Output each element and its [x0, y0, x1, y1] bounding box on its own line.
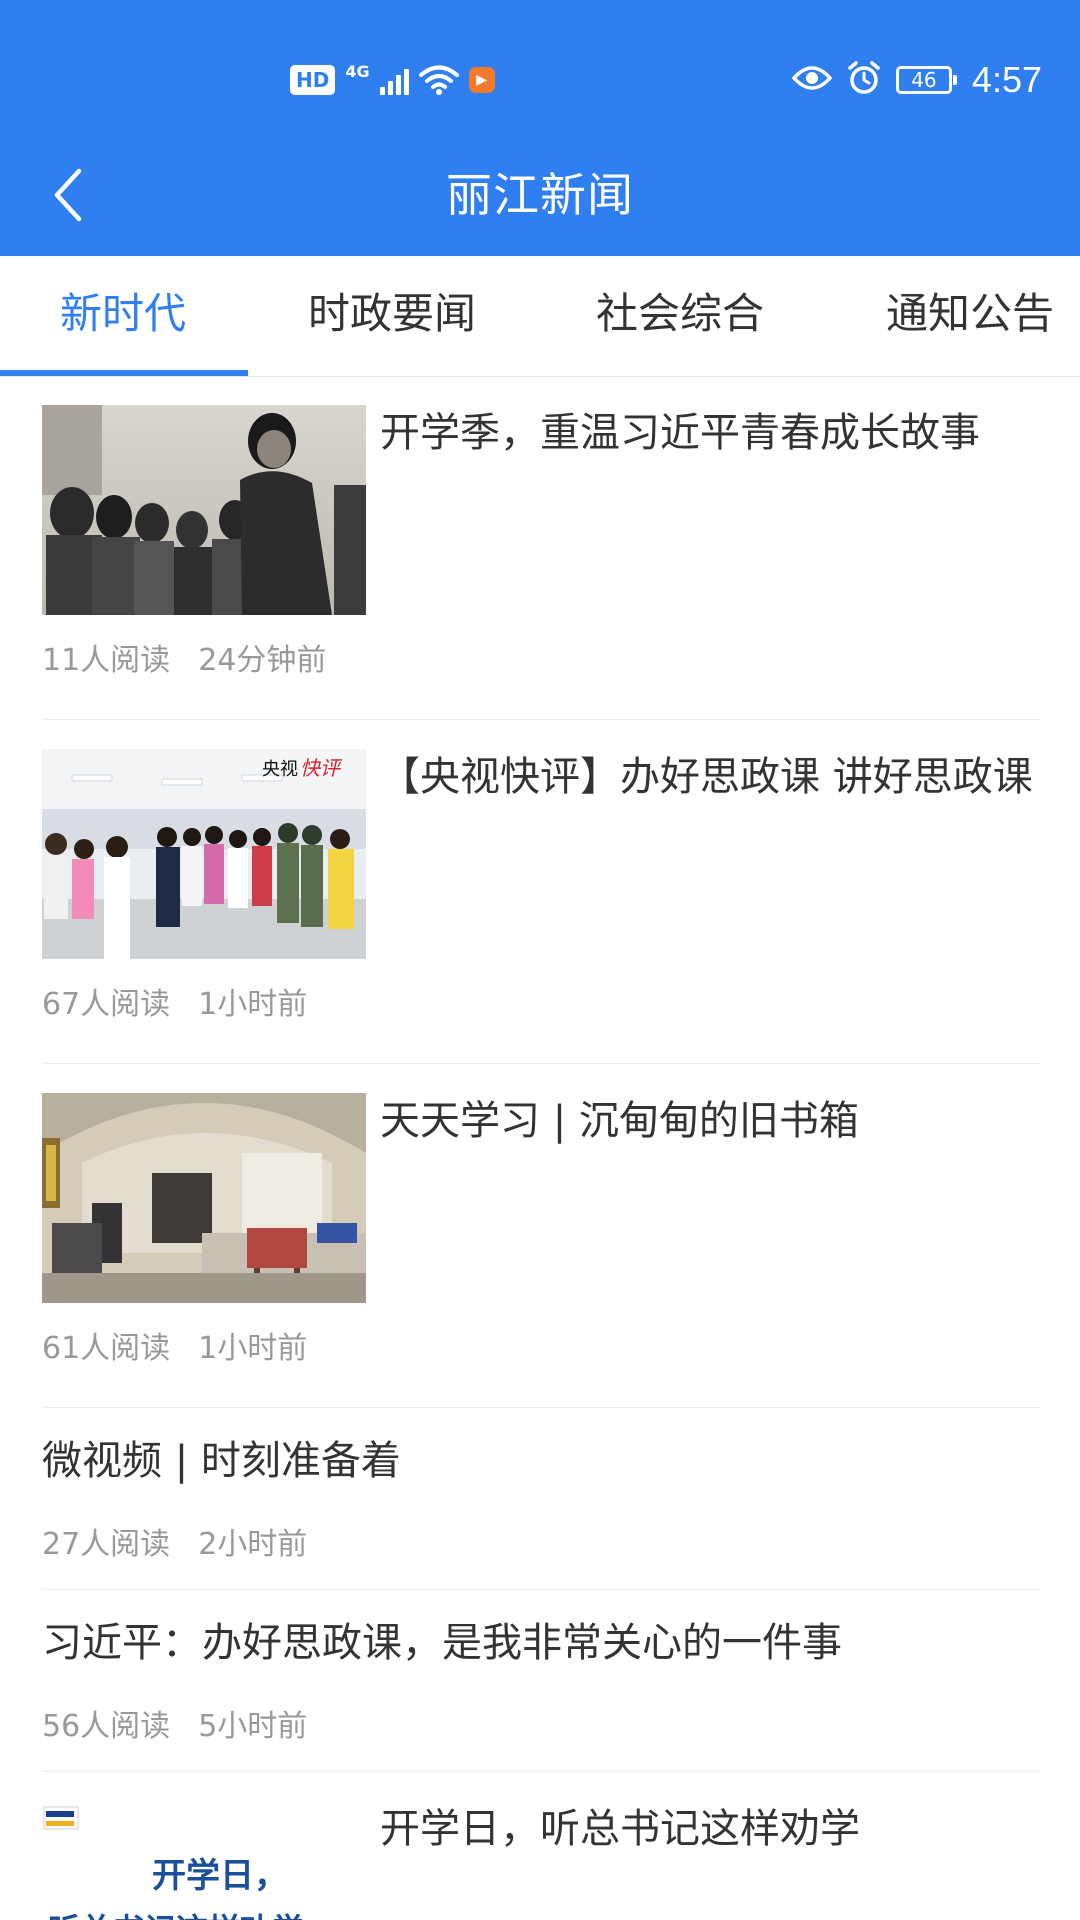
page-title: 丽江新闻	[446, 168, 634, 222]
tab-active-indicator	[0, 370, 248, 376]
divider	[42, 1063, 1040, 1064]
battery-icon: 46	[895, 66, 957, 94]
article-title: 【央视快评】办好思政课 讲好思政课	[380, 754, 1033, 800]
read-count: 67人阅读	[42, 987, 171, 1022]
tab-xinshidai[interactable]: 新时代	[60, 256, 186, 376]
article-item[interactable]: 开学季，重温习近平青春成长故事 11人阅读 24分钟前	[42, 405, 1040, 679]
divider	[42, 1407, 1040, 1408]
caption-text-red: 快评	[300, 756, 343, 780]
read-count: 11人阅读	[42, 643, 171, 678]
article-meta: 67人阅读 1小时前	[42, 979, 307, 1023]
article-title: 微视频 | 时刻准备着	[42, 1438, 401, 1484]
app-notification-icon: ▶	[468, 67, 495, 93]
article-meta: 27人阅读 2小时前	[42, 1519, 307, 1563]
wifi-icon	[418, 64, 459, 96]
poster-line-2: 听总书记这样劝学	[48, 1911, 304, 1920]
network-type: 4G	[345, 62, 370, 81]
article-title: 开学季，重温习近平青春成长故事	[380, 410, 980, 456]
status-right: 46 4:57	[791, 58, 1042, 102]
hd-badge: HD	[290, 65, 336, 95]
publish-time: 2小时前	[198, 1527, 308, 1562]
signal-icon	[379, 65, 409, 95]
article-title: 天天学习 | 沉甸甸的旧书箱	[380, 1098, 859, 1144]
tab-shizheng[interactable]: 时政要闻	[308, 256, 476, 376]
caption-text: 央视	[262, 759, 298, 780]
read-count: 61人阅读	[42, 1331, 171, 1366]
article-meta: 56人阅读 5小时前	[42, 1701, 307, 1745]
divider	[42, 1589, 1040, 1590]
article-thumbnail	[42, 405, 366, 615]
status-bar: HD 4G ▶ 46 4:57	[0, 0, 1080, 160]
article-item[interactable]: 央视 快评 【央视快评】办好思政课 讲好思政课 67人阅读 1小时前	[42, 749, 1040, 1023]
article-item[interactable]: 天天学习 | 沉甸甸的旧书箱 61人阅读 1小时前	[42, 1093, 1040, 1367]
category-tabs: 新时代 时政要闻 社会综合 通知公告	[0, 256, 1080, 377]
article-meta: 61人阅读 1小时前	[42, 1323, 307, 1367]
divider	[42, 1771, 1040, 1772]
article-item[interactable]: 开学日， 听总书记这样劝学 开学日，听总书记这样劝学	[42, 1801, 1040, 1920]
nav-bar: 丽江新闻	[0, 140, 1080, 250]
alarm-icon	[846, 60, 882, 100]
app-root: HD 4G ▶ 46 4:57 丽江新闻 新时代 时政要闻 社会综合 通知公告 …	[0, 0, 1080, 1920]
publish-time: 1小时前	[198, 987, 308, 1022]
article-thumbnail: 央视 快评	[42, 749, 366, 959]
article-meta: 11人阅读 24分钟前	[42, 635, 326, 679]
read-count: 56人阅读	[42, 1709, 171, 1744]
poster-line-1: 开学日，	[152, 1856, 288, 1896]
tab-tongzhi[interactable]: 通知公告	[886, 256, 1054, 376]
status-time: 4:57	[971, 59, 1042, 100]
app-header: HD 4G ▶ 46 4:57 丽江新闻	[0, 0, 1080, 256]
publish-time: 24分钟前	[198, 643, 327, 678]
article-title: 开学日，听总书记这样劝学	[380, 1806, 860, 1852]
article-thumbnail	[42, 1093, 366, 1303]
article-title: 习近平：办好思政课，是我非常关心的一件事	[42, 1620, 842, 1666]
publish-time: 1小时前	[198, 1331, 308, 1366]
divider	[42, 719, 1040, 720]
eye-icon	[791, 64, 833, 96]
article-thumbnail: 开学日， 听总书记这样劝学	[42, 1801, 366, 1920]
publish-time: 5小时前	[198, 1709, 308, 1744]
read-count: 27人阅读	[42, 1527, 171, 1562]
article-item[interactable]: 微视频 | 时刻准备着 27人阅读 2小时前	[42, 1433, 1040, 1569]
tab-shehui[interactable]: 社会综合	[596, 256, 764, 376]
status-left: HD 4G ▶	[290, 60, 495, 100]
article-item[interactable]: 习近平：办好思政课，是我非常关心的一件事 56人阅读 5小时前	[42, 1615, 1040, 1751]
